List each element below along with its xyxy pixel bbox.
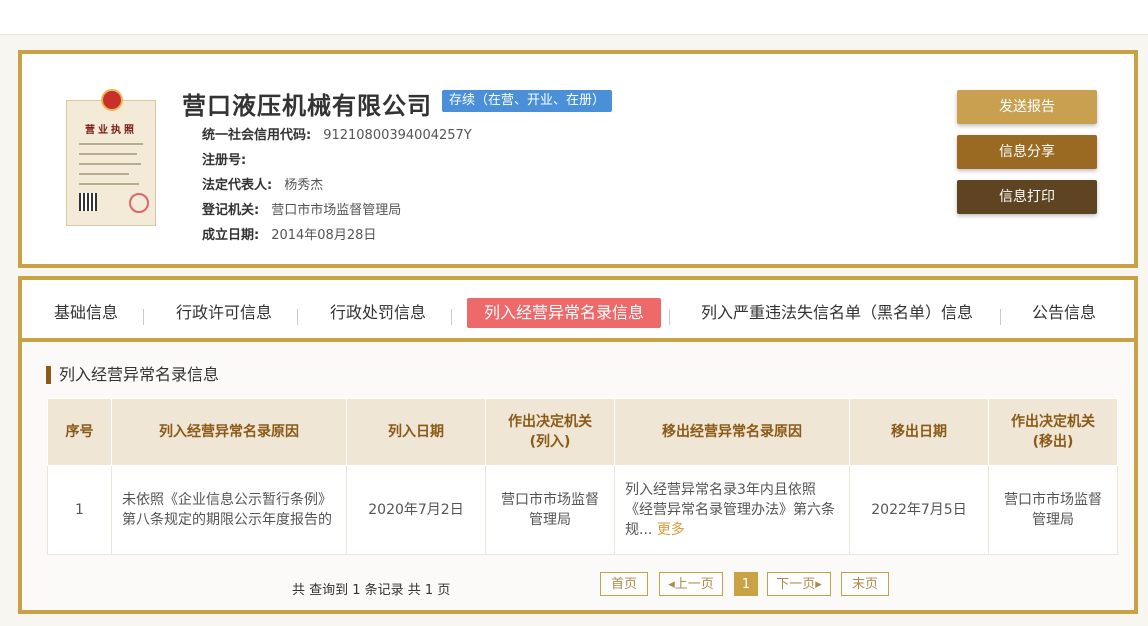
license-line [79,143,143,145]
col-header-no: 序号 [47,398,112,466]
send-report-button[interactable]: 发送报告 [957,90,1097,124]
cell-reason-in: 未依照《企业信息公示暂行条例》第八条规定的期限公示年度报告的 [111,465,347,555]
info-label: 注册号: [202,153,247,168]
tab-announcement[interactable]: 公告信息 [1028,298,1100,328]
tab-divider [297,309,298,325]
cell-no: 1 [47,465,112,555]
page-number-current[interactable]: 1 [734,572,758,596]
company-name: 营口液压机械有限公司 [182,92,432,120]
section-title: 列入经营异常名录信息 [46,366,219,384]
license-line [79,173,129,175]
info-registration-no: 注册号: [202,149,258,168]
license-title: 营业执照 [85,125,137,136]
col-header-reason-out: 移出经营异常名录原因 [614,398,850,466]
info-value: 营口市市场监督管理局 [271,203,402,218]
tab-divider [1000,309,1001,325]
license-line [79,163,141,165]
prev-page-label: 上一页 [674,577,714,592]
first-page-button[interactable]: 首页 [600,572,648,596]
print-info-button[interactable]: 信息打印 [957,180,1097,214]
share-info-button[interactable]: 信息分享 [957,135,1097,169]
info-label: 法定代表人: [202,178,273,193]
next-page-label: 下一页 [776,577,816,592]
next-page-button[interactable]: 下一页▸ [767,572,831,596]
info-value: 2014年08月28日 [271,228,377,243]
tab-admin-penalty[interactable]: 行政处罚信息 [326,298,430,328]
info-label: 成立日期: [202,228,260,243]
top-bar [0,0,1148,35]
col-header-authority-out: 作出决定机关 (移出) [988,398,1118,466]
tab-admin-license[interactable]: 行政许可信息 [172,298,276,328]
tab-basic-info[interactable]: 基础信息 [50,298,122,328]
license-line [79,153,137,155]
license-line [79,183,139,185]
caret-right-icon: ▸ [815,577,822,592]
info-legal-rep: 法定代表人: 杨秀杰 [202,174,323,193]
tab-divider [669,309,670,325]
info-label: 登记机关: [202,203,260,218]
tab-abnormal-list[interactable]: 列入经营异常名录信息 [467,298,661,328]
table-header-row: 序号 列入经营异常名录原因 列入日期 作出决定机关 (列入) 移出经营异常名录原… [47,398,1118,466]
cell-authority-in: 营口市市场监督管理局 [485,465,615,555]
info-credit-code: 统一社会信用代码: 91210800394004257Y [202,124,472,143]
qr-code-icon [79,193,97,211]
cell-date-out: 2022年7月5日 [849,465,989,555]
info-label: 统一社会信用代码: [202,128,312,143]
info-founded: 成立日期: 2014年08月28日 [202,224,376,243]
seal-icon [129,193,149,213]
abnormal-list-table: 序号 列入经营异常名录原因 列入日期 作出决定机关 (列入) 移出经营异常名录原… [47,398,1118,555]
tab-blacklist[interactable]: 列入严重违法失信名单（黑名单）信息 [697,298,977,328]
col-header-authority-in: 作出决定机关 (列入) [485,398,615,466]
cell-reason-out: 列入经营异常名录3年内且依照《经营异常名录管理办法》第六条规... 更多 [614,465,850,555]
cell-authority-out: 营口市市场监督管理局 [988,465,1118,555]
col-header-date-in: 列入日期 [346,398,486,466]
national-emblem-icon [101,89,123,111]
pagination-summary: 共 查询到 1 条记录 共 1 页 [292,583,451,598]
col-header-reason-in: 列入经营异常名录原因 [111,398,347,466]
tab-divider [451,309,452,325]
tab-divider [143,309,144,325]
info-authority: 登记机关: 营口市市场监督管理局 [202,199,401,218]
prev-page-button[interactable]: ◂上一页 [659,572,723,596]
more-link[interactable]: 更多 [657,522,685,538]
cell-date-in: 2020年7月2日 [346,465,486,555]
table-row: 1 未依照《企业信息公示暂行条例》第八条规定的期限公示年度报告的 2020年7月… [47,465,1118,555]
tab-bar: 基础信息 行政许可信息 行政处罚信息 列入经营异常名录信息 列入严重违法失信名单… [22,280,1134,342]
info-value: 91210800394004257Y [323,128,472,143]
main-card: 基础信息 行政许可信息 行政处罚信息 列入经营异常名录信息 列入严重违法失信名单… [18,276,1138,614]
status-badge: 存续（在营、开业、在册） [442,90,613,112]
company-card: 营业执照 营口液压机械有限公司 存续（在营、开业、在册） 统一社会信用代码: 91… [18,50,1138,268]
col-header-date-out: 移出日期 [849,398,989,466]
info-value: 杨秀杰 [284,178,324,193]
last-page-button[interactable]: 末页 [841,572,889,596]
business-license-image[interactable]: 营业执照 [66,89,156,226]
